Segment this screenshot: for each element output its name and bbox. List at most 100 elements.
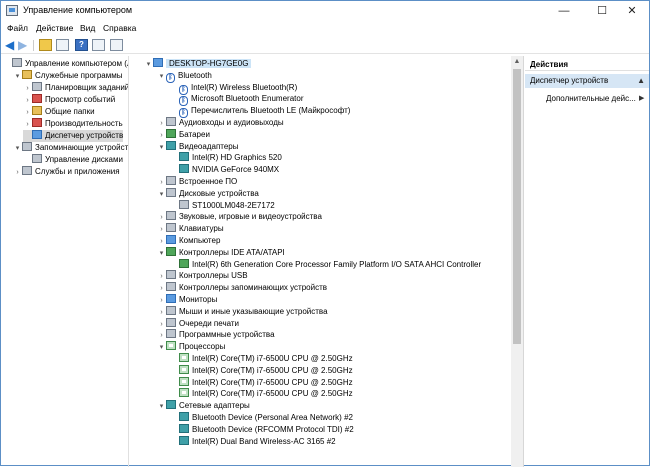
device-tree-row[interactable]: › Очереди печати xyxy=(157,317,239,330)
device-tree-row[interactable]: ᛒ Intel(R) Wireless Bluetooth(R) xyxy=(170,82,297,95)
device-tree-row[interactable]: › Клавиатуры xyxy=(157,223,224,235)
display-adapter-icon xyxy=(166,140,176,150)
device-tree-label: Процессоры xyxy=(179,342,226,352)
actions-device-manager[interactable]: Диспетчер устройств ▲ xyxy=(525,74,649,88)
actions-more[interactable]: Дополнительные дейс... ▶ xyxy=(546,93,646,105)
menu-file[interactable]: Файл xyxy=(7,23,28,33)
device-tree-row[interactable]: Intel(R) Dual Band Wireless-AC 3165 #2 xyxy=(170,435,336,448)
collapse-arrow-icon[interactable]: ▾ xyxy=(157,342,166,354)
device-tree-row[interactable]: ▾ DESKTOP-HG7GE0G xyxy=(144,58,252,71)
left-tree-row[interactable]: ▾ Служебные программы xyxy=(13,70,122,82)
device-tree-label: Intel(R) Core(TM) i7-6500U CPU @ 2.50GHz xyxy=(192,389,353,399)
menu-action[interactable]: Действие xyxy=(36,23,73,33)
actions-more-label: Дополнительные дейс... xyxy=(546,94,636,103)
actions-device-manager-label: Диспетчер устройств xyxy=(530,76,609,85)
device-tree-row[interactable]: Intel(R) Core(TM) i7-6500U CPU @ 2.50GHz xyxy=(170,388,353,400)
up-folder-icon[interactable] xyxy=(39,39,52,51)
help-icon[interactable]: ? xyxy=(75,39,88,51)
device-tree-row[interactable]: ▾ Сетевые адаптеры xyxy=(157,400,250,412)
collapse-arrow-icon[interactable]: ▾ xyxy=(157,189,166,201)
minimize-button[interactable]: — xyxy=(547,1,581,21)
collapse-arrow-icon[interactable]: ▾ xyxy=(13,143,22,155)
left-tree-row[interactable]: Диспетчер устройств xyxy=(23,130,124,142)
processor-icon xyxy=(179,376,189,386)
device-tree-row[interactable]: Bluetooth Device (Personal Area Network)… xyxy=(170,412,353,424)
show-hide-tree-icon[interactable] xyxy=(56,39,69,51)
device-tree-row[interactable]: NVIDIA GeForce 940MX xyxy=(170,164,279,176)
left-tree-row[interactable]: Управление компьютером (лс xyxy=(3,58,128,70)
device-tree-label: Intel(R) Dual Band Wireless-AC 3165 #2 xyxy=(192,436,336,446)
device-tree-row[interactable]: › Контроллеры USB xyxy=(157,270,248,282)
left-tree-label: Служебные программы xyxy=(35,71,123,80)
device-tree-label: Видеоадаптеры xyxy=(179,141,239,151)
scroll-up-arrow-icon[interactable]: ▲ xyxy=(511,56,523,68)
device-tree-label: ST1000LM048-2E7172 xyxy=(192,200,275,210)
software-device-icon xyxy=(166,329,176,339)
scroll-thumb[interactable] xyxy=(513,69,521,344)
device-tree-row[interactable]: › Мыши и иные указывающие устройства xyxy=(157,305,328,318)
title-bar: Управление компьютером — ☐ ✕ xyxy=(1,1,649,21)
device-tree-row[interactable]: ᛒ Microsoft Bluetooth Enumerator xyxy=(170,93,304,107)
storage-controller-icon xyxy=(166,282,176,292)
close-button[interactable]: ✕ xyxy=(615,1,649,21)
device-tree-label: Intel(R) 6th Generation Core Processor F… xyxy=(192,259,482,269)
collapse-arrow-icon[interactable]: ▾ xyxy=(157,71,166,83)
device-tree-row[interactable]: ▾ Контроллеры IDE ATA/ATAPI xyxy=(157,246,285,260)
vertical-scrollbar[interactable]: ▲ xyxy=(511,56,523,467)
left-tree-row[interactable]: › Планировщик заданий xyxy=(23,82,128,94)
device-tree-row[interactable]: Intel(R) HD Graphics 520 xyxy=(170,152,282,164)
device-tree-row[interactable]: Intel(R) Core(TM) i7-6500U CPU @ 2.50GHz xyxy=(170,353,353,365)
submenu-arrow-icon: ▶ xyxy=(639,95,645,102)
processor-icon xyxy=(166,341,176,351)
device-tree-row[interactable]: ▾ ᛒ Bluetooth xyxy=(157,70,212,83)
device-tree-row[interactable]: › Аудиовходы и аудиовыходы xyxy=(157,117,284,129)
device-tree-row[interactable]: › Батареи xyxy=(157,128,210,141)
menu-help[interactable]: Справка xyxy=(103,23,136,33)
device-tree-label: Мыши и иные указывающие устройства xyxy=(179,306,328,316)
maximize-button[interactable]: ☐ xyxy=(585,1,619,21)
device-tree-row[interactable]: › Звуковые, игровые и видеоустройства xyxy=(157,211,322,223)
network-adapter-icon xyxy=(166,400,176,410)
device-tree-row[interactable]: Intel(R) Core(TM) i7-6500U CPU @ 2.50GHz xyxy=(170,364,353,377)
left-tree-row[interactable]: › Службы и приложения xyxy=(13,166,120,178)
collapse-triangle-icon[interactable]: ▲ xyxy=(637,74,645,88)
device-tree-label: NVIDIA GeForce 940MX xyxy=(192,165,280,175)
device-tree-row[interactable]: › Контроллеры запоминающих устройств xyxy=(157,282,327,294)
monitor-toolbar-icon[interactable] xyxy=(110,39,123,51)
collapse-arrow-icon[interactable]: ▾ xyxy=(157,248,166,260)
menu-view[interactable]: Вид xyxy=(80,23,95,33)
display-adapter-icon xyxy=(179,152,189,162)
left-tree-row[interactable]: Управление дисками xyxy=(23,154,123,166)
forward-arrow-icon[interactable]: ▶ xyxy=(18,39,31,51)
left-tree-row[interactable]: ▾ Запоминающие устройств xyxy=(13,142,128,155)
device-tree-label: Intel(R) Core(TM) i7-6500U CPU @ 2.50GHz xyxy=(192,354,353,363)
collapse-arrow-icon[interactable]: ▾ xyxy=(157,142,166,154)
clock-icon xyxy=(32,82,42,91)
left-tree-label: Управление дисками xyxy=(45,155,123,164)
device-tree-row[interactable]: ᛒ Перечислитель Bluetooth LE (Майкрософт) xyxy=(170,105,350,119)
device-tree-row[interactable]: ▾ Дисковые устройства xyxy=(157,187,259,201)
back-arrow-icon[interactable]: ◀ xyxy=(5,39,18,51)
collapse-arrow-icon[interactable]: ▾ xyxy=(144,59,153,71)
left-tree-row[interactable]: › Производительность xyxy=(23,118,123,130)
device-tree-row[interactable]: › Встроенное ПО xyxy=(157,176,237,188)
device-tree-row[interactable]: Intel(R) 6th Generation Core Processor F… xyxy=(170,258,482,271)
left-tree-row[interactable]: › Общие папки xyxy=(23,106,95,118)
device-tree-row[interactable]: ST1000LM048-2E7172 xyxy=(170,199,275,212)
device-tree-row[interactable]: ▾ Процессоры xyxy=(157,341,225,353)
collapse-arrow-icon[interactable]: ▾ xyxy=(13,71,22,83)
device-tree-row[interactable]: ▾ Видеоадаптеры xyxy=(157,140,239,154)
tools-icon xyxy=(22,70,32,79)
device-tree-row[interactable]: › Компьютер xyxy=(157,235,220,247)
device-tree-row[interactable]: Bluetooth Device (RFCOMM Protocol TDI) #… xyxy=(170,423,354,436)
properties-icon[interactable] xyxy=(92,39,105,51)
device-tree-row[interactable]: Intel(R) Core(TM) i7-6500U CPU @ 2.50GHz xyxy=(170,376,353,389)
device-tree-label: Intel(R) Core(TM) i7-6500U CPU @ 2.50GHz xyxy=(192,365,353,375)
device-tree-row[interactable]: › Мониторы xyxy=(157,294,217,306)
left-tree-row[interactable]: › Просмотр событий xyxy=(23,94,115,106)
collapse-arrow-icon[interactable]: ▾ xyxy=(157,401,166,413)
device-tree-row[interactable]: › Программные устройства xyxy=(157,329,275,341)
expand-arrow-icon[interactable]: › xyxy=(13,167,22,179)
left-scrollbar[interactable] xyxy=(128,56,129,467)
device-tree-label: Звуковые, игровые и видеоустройства xyxy=(179,212,322,222)
